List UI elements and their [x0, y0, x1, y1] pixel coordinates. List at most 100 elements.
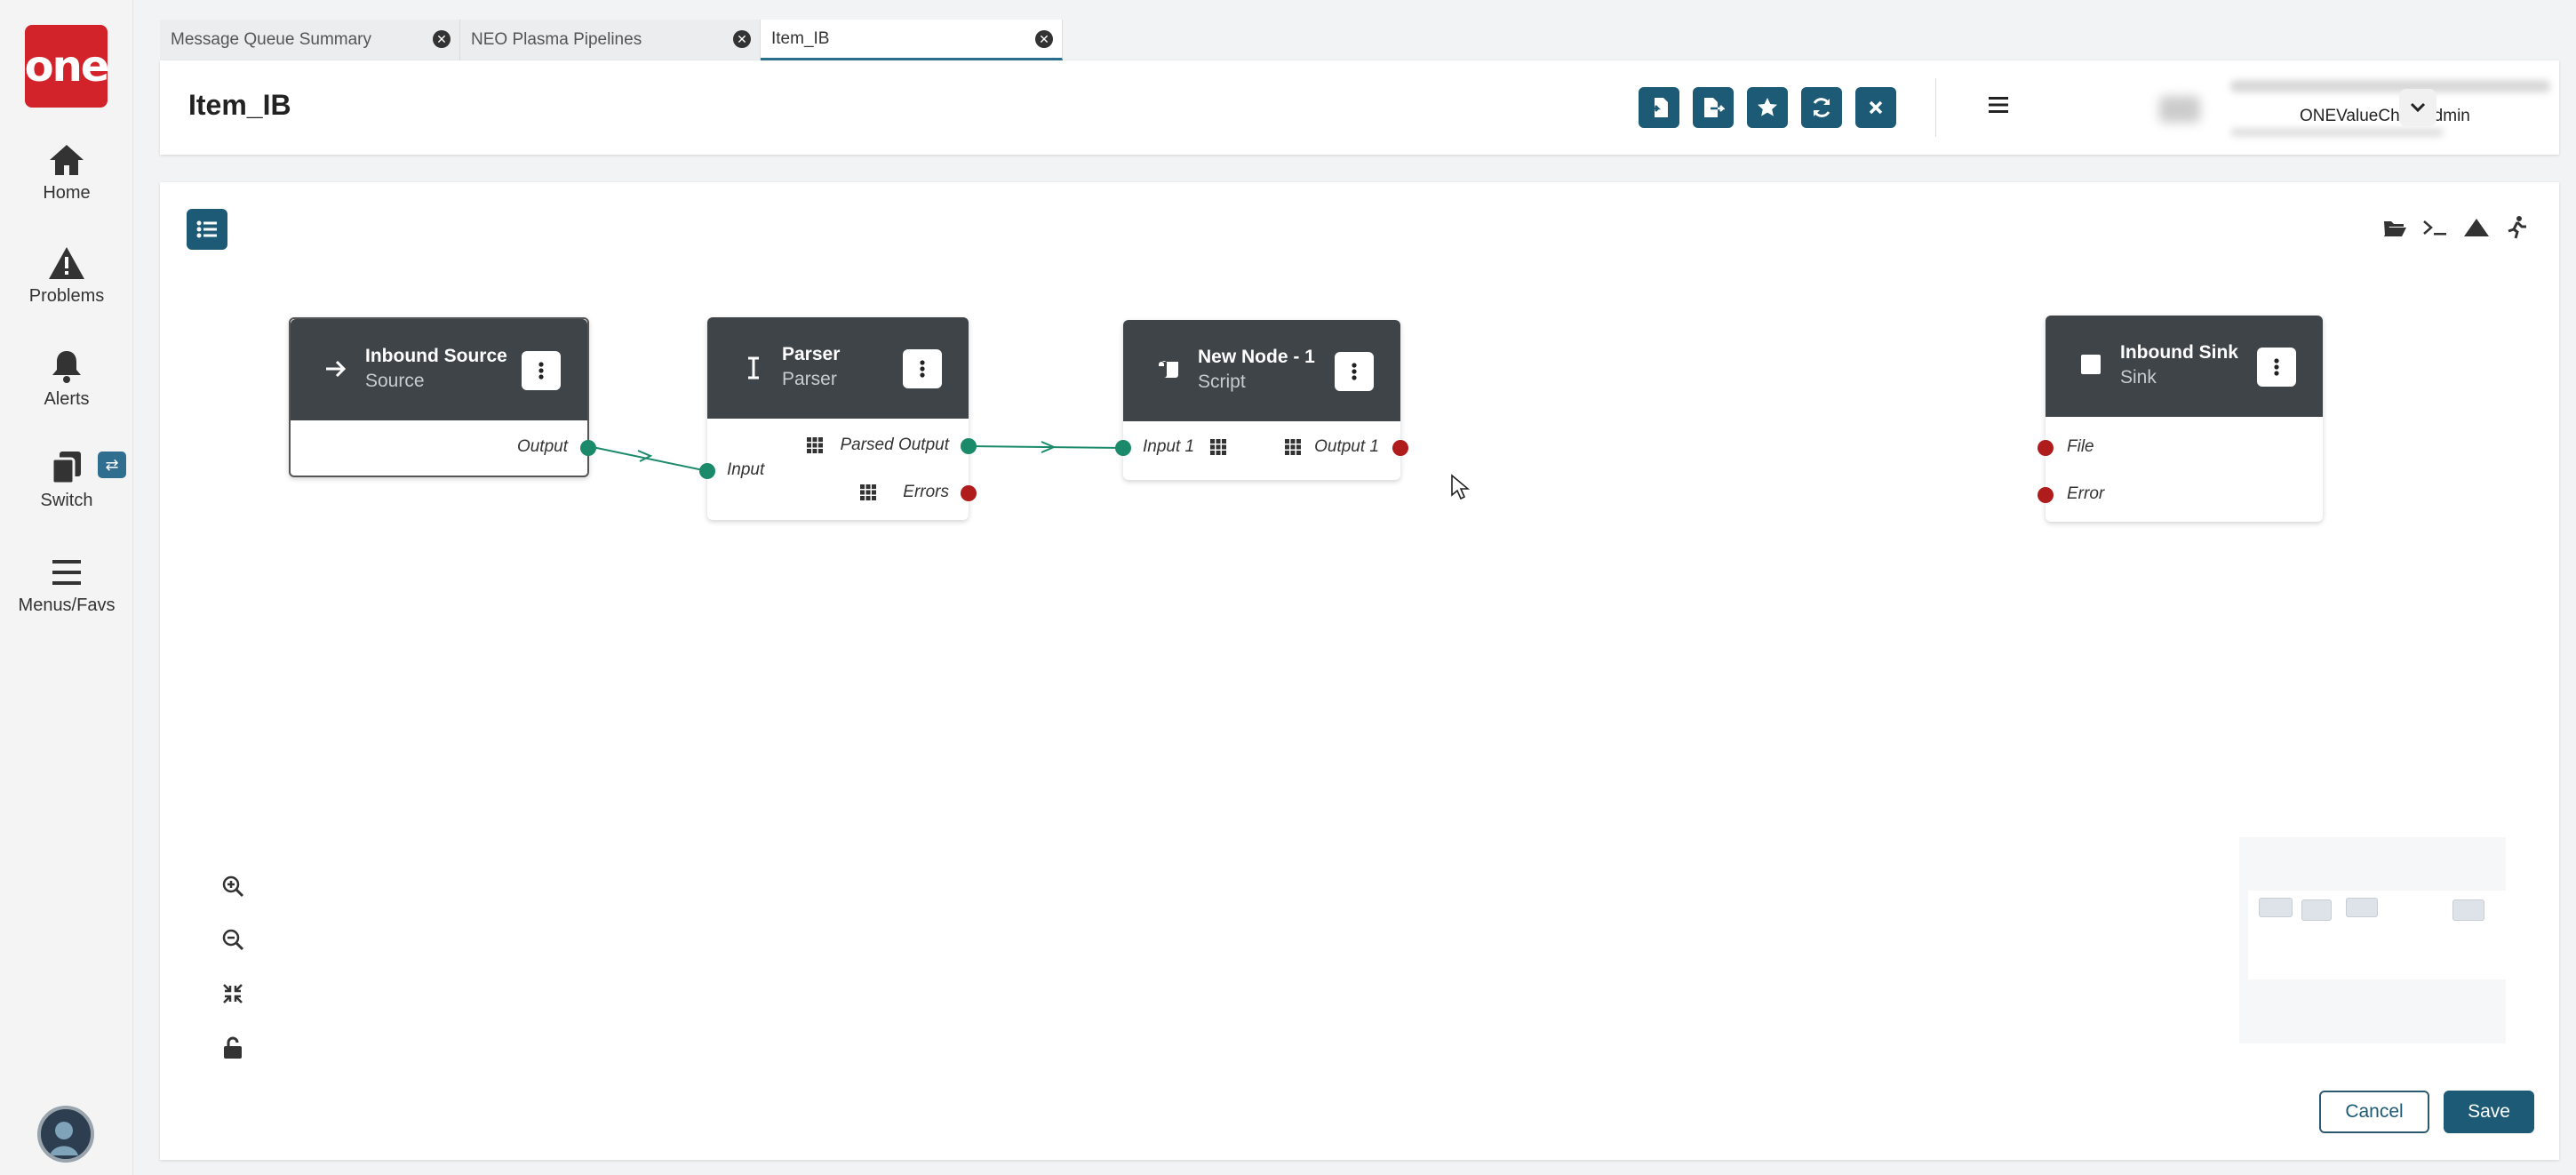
menu-icon — [52, 560, 81, 585]
kebab-icon — [1352, 363, 1357, 380]
port-label-parsed-output: Parsed Output — [840, 436, 949, 454]
tab-label: Item_IB — [771, 28, 830, 48]
sidebar-item-label: Home — [43, 183, 91, 203]
node-title: Inbound Sink — [2120, 342, 2238, 363]
user-avatar[interactable] — [37, 1106, 94, 1163]
refresh-button[interactable] — [1801, 87, 1842, 128]
node-menu-button[interactable] — [522, 351, 561, 390]
export-button[interactable] — [1693, 87, 1734, 128]
zoom-out-button[interactable] — [213, 920, 252, 959]
port-errors[interactable] — [961, 485, 977, 501]
port-error[interactable] — [2038, 487, 2054, 503]
page-header: Item_IB ONEValueChainAdmin — [160, 60, 2559, 155]
minimap-node — [2452, 899, 2484, 921]
close-page-button[interactable] — [1855, 87, 1896, 128]
sidebar-item-problems[interactable]: Problems — [0, 245, 133, 307]
hamburger-menu-button[interactable] — [1987, 94, 2010, 120]
port-input[interactable] — [699, 463, 715, 479]
node-header: Inbound Sink Sink — [2046, 316, 2323, 417]
node-title: Inbound Source — [365, 346, 507, 366]
close-tab-icon[interactable]: ✕ — [433, 30, 451, 48]
user-role-blur — [2230, 128, 2444, 137]
port-output-1[interactable] — [1392, 440, 1408, 456]
one-logo[interactable]: one — [25, 25, 109, 108]
zoom-out-icon — [222, 929, 244, 951]
zoom-in-button[interactable] — [213, 867, 252, 906]
hamburger-icon — [1989, 97, 2008, 113]
cancel-button[interactable]: Cancel — [2319, 1091, 2429, 1133]
connection-source-parser[interactable] — [587, 445, 708, 472]
node-header: Parser Parser — [707, 317, 969, 419]
node-inbound-sink[interactable]: Inbound Sink Sink File Error — [2038, 316, 2323, 522]
user-name: ONEValueChainAdmin — [2300, 107, 2470, 125]
node-header: Inbound Source Source — [291, 319, 587, 420]
unlock-icon — [224, 1036, 242, 1059]
node-header: New Node - 1 Script — [1123, 320, 1400, 421]
fit-icon — [223, 984, 243, 1003]
tab-label: Message Queue Summary — [171, 30, 371, 49]
node-subtitle: Source — [365, 371, 425, 391]
port-label-input: Input — [727, 460, 765, 479]
connection-parser-script[interactable] — [968, 441, 1124, 453]
node-parser[interactable]: Parser Parser Input Parsed Output Errors — [699, 317, 977, 520]
port-output[interactable] — [580, 440, 596, 456]
port-label-file: File — [2067, 437, 2094, 456]
node-menu-button[interactable] — [903, 349, 942, 388]
user-avatar-blur — [2159, 96, 2200, 123]
import-icon — [1649, 98, 1668, 117]
arrow-right-icon — [326, 360, 347, 378]
grid-icon — [1210, 439, 1226, 455]
tab-label: NEO Plasma Pipelines — [471, 30, 642, 49]
warning-icon — [49, 247, 84, 279]
user-info[interactable]: ONEValueChainAdmin — [2070, 73, 2550, 144]
minimap-node — [2346, 898, 2378, 917]
port-label-output: Output — [516, 437, 568, 456]
switch-icon — [51, 452, 81, 485]
port-file[interactable] — [2038, 440, 2054, 456]
sidebar-item-label: Problems — [28, 286, 105, 306]
node-menu-button[interactable] — [1335, 352, 1374, 391]
user-org-blur — [2230, 80, 2550, 92]
sidebar-item-alerts[interactable]: Alerts — [0, 348, 133, 410]
sidebar-item-home[interactable]: Home — [0, 142, 133, 204]
user-dropdown-button[interactable] — [2399, 89, 2436, 126]
port-parsed-output[interactable] — [961, 438, 977, 454]
tab-item-ib[interactable]: Item_IB ✕ — [761, 20, 1063, 60]
kebab-icon — [2274, 358, 2279, 376]
import-button[interactable] — [1639, 87, 1679, 128]
minimap-node — [2301, 899, 2332, 921]
grid-icon — [807, 437, 823, 453]
port-input-1[interactable] — [1115, 440, 1131, 456]
node-subtitle: Sink — [2120, 367, 2157, 388]
close-tab-icon[interactable]: ✕ — [1035, 30, 1053, 48]
save-button[interactable]: Save — [2444, 1091, 2534, 1133]
node-subtitle: Script — [1198, 372, 1246, 392]
node-menu-button[interactable] — [2257, 348, 2296, 387]
export-icon — [1704, 98, 1725, 117]
lock-toggle-button[interactable] — [213, 1028, 252, 1067]
tab-message-queue-summary[interactable]: Message Queue Summary ✕ — [160, 20, 460, 60]
bell-icon — [52, 351, 81, 383]
node-inbound-source[interactable]: Inbound Source Source Output — [289, 317, 596, 477]
sidebar-item-label: Switch — [40, 491, 93, 510]
switch-badge-icon[interactable]: ⇄ — [98, 452, 126, 478]
minimap-node — [2259, 898, 2293, 917]
port-label-error: Error — [2067, 484, 2105, 503]
header-divider — [1935, 78, 1936, 137]
sidebar-item-menus-favs[interactable]: Menus/Favs — [0, 555, 133, 616]
pipeline-canvas[interactable]: Inbound Source Source Output Parser Pars… — [160, 182, 2559, 1160]
port-label-output-1: Output 1 — [1314, 437, 1379, 456]
mouse-cursor-icon — [1451, 474, 1470, 500]
text-cursor-icon — [748, 356, 759, 380]
minimap[interactable] — [2239, 837, 2506, 1043]
tab-neo-plasma-pipelines[interactable]: NEO Plasma Pipelines ✕ — [460, 20, 761, 60]
fit-view-button[interactable] — [213, 974, 252, 1013]
port-label-errors: Errors — [903, 483, 949, 501]
chevron-down-icon — [2410, 102, 2426, 113]
kebab-icon — [538, 362, 544, 380]
close-tab-icon[interactable]: ✕ — [733, 30, 751, 48]
port-label-input-1: Input 1 — [1143, 437, 1195, 456]
kebab-icon — [920, 360, 925, 378]
node-new-node-1[interactable]: New Node - 1 Script Input 1 Output 1 — [1115, 320, 1408, 480]
favorite-button[interactable] — [1747, 87, 1788, 128]
